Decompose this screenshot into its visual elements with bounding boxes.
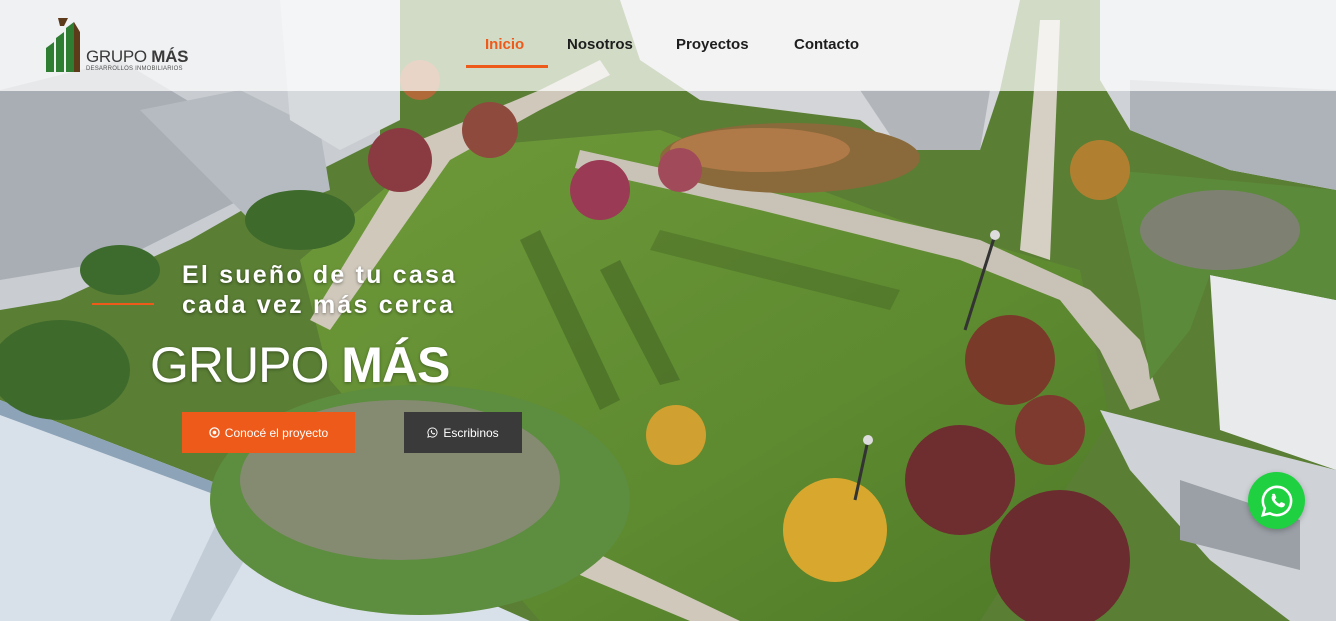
- escribinos-button[interactable]: Escribinos: [404, 412, 522, 453]
- logo-title: GRUPO MÁS: [86, 47, 189, 66]
- brand-light: GRUPO: [150, 337, 329, 393]
- whatsapp-icon: [427, 427, 438, 438]
- brand-bold: MÁS: [341, 337, 450, 393]
- whatsapp-floating-button[interactable]: [1248, 472, 1305, 529]
- nav-active-underline: [466, 65, 548, 68]
- whatsapp-icon: [1260, 485, 1292, 517]
- nav-inicio[interactable]: Inicio: [485, 36, 524, 53]
- logo-building-icon: [46, 18, 80, 72]
- hero-brand-title: GRUPO MÁS: [150, 334, 450, 396]
- tagline-line-1: El sueño de tu casa: [182, 261, 458, 289]
- circle-dot-icon: [209, 427, 220, 438]
- logo-subtitle: DESARROLLOS INMOBILIARIOS: [86, 66, 183, 72]
- tagline-line-2: cada vez más cerca: [182, 291, 456, 319]
- escribinos-label: Escribinos: [443, 425, 499, 440]
- header-bar: GRUPO MÁS DESARROLLOS INMOBILIARIOS Inic…: [0, 0, 1336, 91]
- nav-proyectos[interactable]: Proyectos: [676, 36, 749, 53]
- hero-tagline: El sueño de tu casa cada vez más cerca: [182, 260, 457, 320]
- conoce-proyecto-button[interactable]: Conocé el proyecto: [182, 412, 355, 453]
- nav-contacto[interactable]: Contacto: [794, 36, 859, 53]
- conoce-proyecto-label: Conocé el proyecto: [224, 425, 329, 440]
- site-logo[interactable]: GRUPO MÁS DESARROLLOS INMOBILIARIOS: [44, 18, 194, 74]
- tagline-accent-line: [92, 303, 154, 305]
- nav-nosotros[interactable]: Nosotros: [567, 36, 633, 53]
